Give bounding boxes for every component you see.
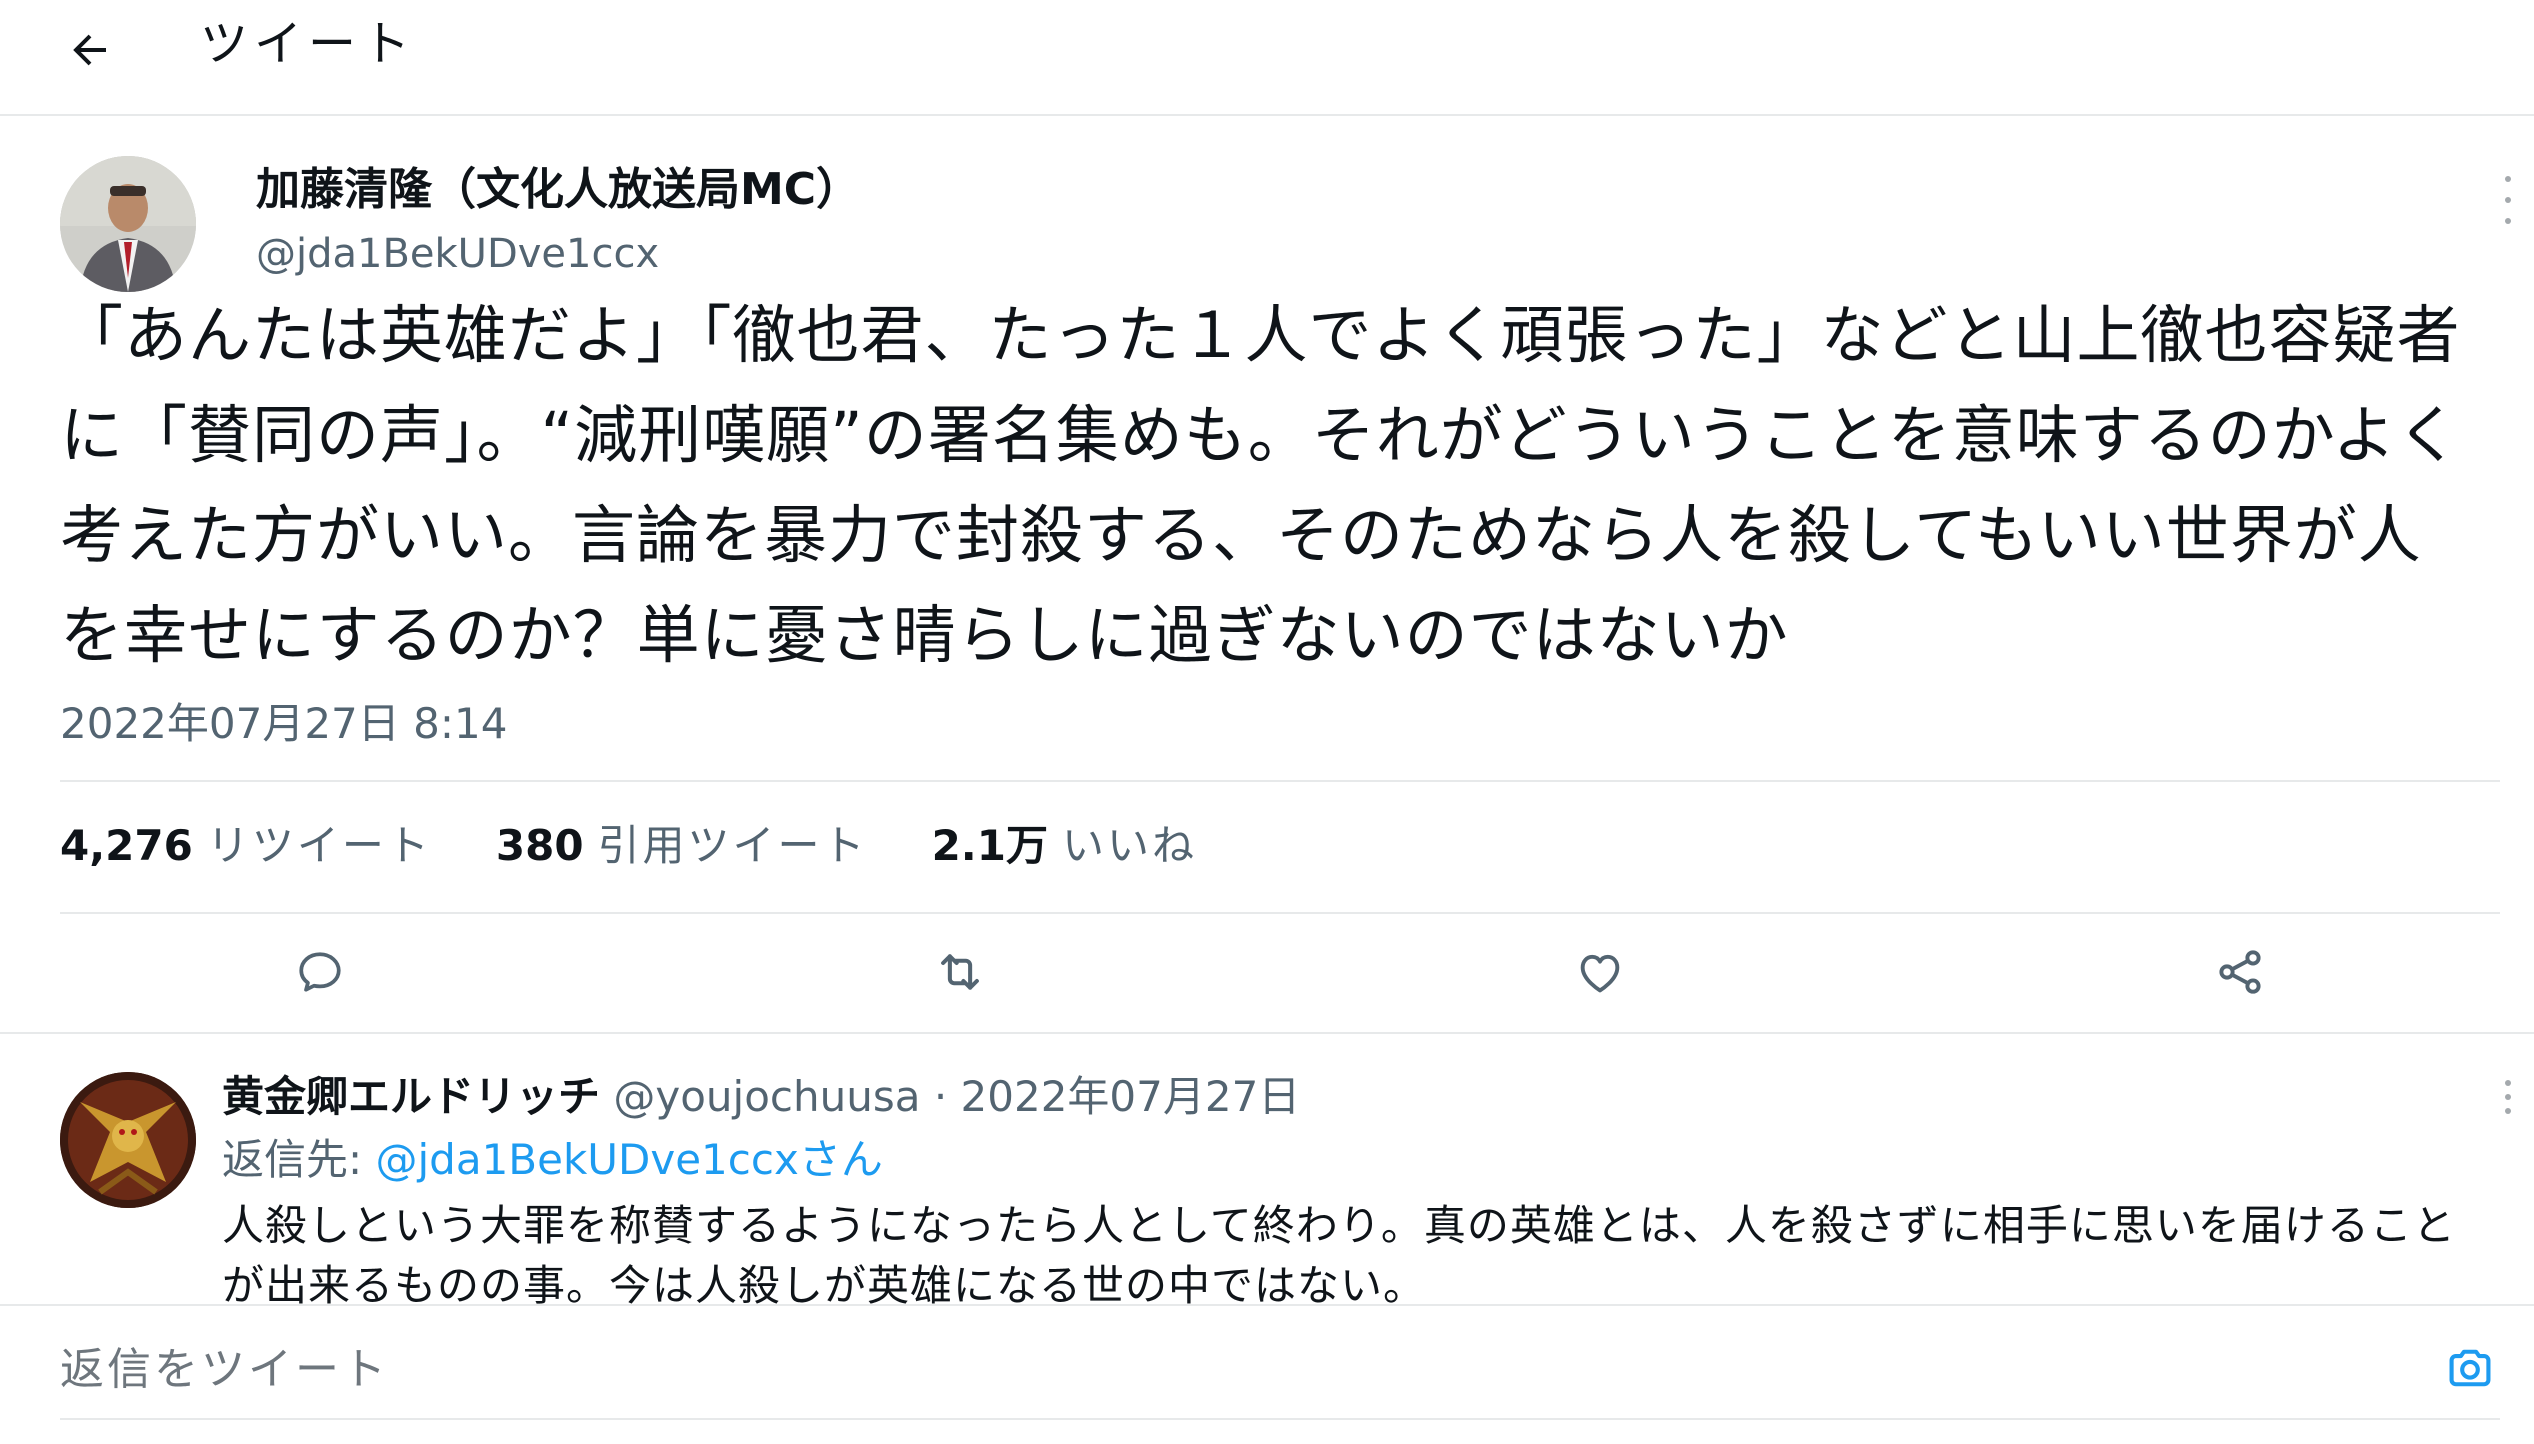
- reply-text: 人殺しという大罪を称賛するようになったら人として終わり。真の英雄とは、人を殺さず…: [222, 1201, 2456, 1310]
- like-icon: [1580, 954, 1620, 993]
- like-button[interactable]: [1565, 942, 1635, 1002]
- reply-input[interactable]: [60, 1334, 2360, 1404]
- retweet-icon: [941, 954, 979, 990]
- quote-tweets-count: 380: [495, 821, 584, 870]
- likes-count: 2.1万: [931, 821, 1048, 870]
- divider: [60, 912, 2500, 914]
- retweet-button[interactable]: [925, 942, 995, 1002]
- tweet-timestamp[interactable]: 2022年07月27日 8:14: [60, 696, 507, 752]
- more-dot: [2505, 218, 2511, 224]
- author-display-name[interactable]: 加藤清隆（文化人放送局MC）: [256, 162, 860, 218]
- more-dot: [2505, 1080, 2511, 1086]
- replying-to-prefix: 返信先:: [222, 1135, 376, 1184]
- page-title: ツイート: [200, 16, 417, 72]
- reply-header: 黄金卿エルドリッチ @youjochuusa · 2022年07月27日: [222, 1066, 1300, 1128]
- retweets-label: リツイート: [206, 821, 432, 870]
- share-icon: [2219, 950, 2261, 994]
- reply-button[interactable]: [285, 942, 355, 1002]
- likes-stat[interactable]: 2.1万 いいね: [932, 816, 1197, 876]
- divider: [0, 1032, 2534, 1034]
- quote-tweets-stat[interactable]: 380 引用ツイート: [496, 816, 868, 876]
- reply-more-options-button[interactable]: [2488, 1080, 2528, 1114]
- tweet-stats: 4,276 リツイート 380 引用ツイート 2.1万 いいね: [60, 816, 1261, 876]
- more-dot: [2505, 197, 2511, 203]
- retweets-stat[interactable]: 4,276 リツイート: [60, 816, 432, 876]
- reply-icon: [299, 952, 341, 992]
- reply-author-meta[interactable]: @youjochuusa · 2022年07月27日: [613, 1072, 1300, 1121]
- tweet-text: 「あんたは英雄だよ」「徹也君、たった１人でよく頑張った」などと山上徹也容疑者に「…: [60, 299, 2461, 672]
- camera-icon: [2449, 1349, 2491, 1387]
- more-options-button[interactable]: [2488, 176, 2528, 224]
- more-dot: [2505, 176, 2511, 182]
- replying-to-mention[interactable]: @jda1BekUDve1ccxさん: [376, 1135, 883, 1184]
- person-photo: [60, 156, 196, 292]
- author-avatar[interactable]: [60, 156, 196, 292]
- reply-author-avatar[interactable]: [60, 1072, 196, 1208]
- golden-figure-image: [60, 1072, 196, 1208]
- replying-to: 返信先: @jda1BekUDve1ccxさん: [222, 1130, 883, 1190]
- arrow-left-icon: [73, 34, 106, 66]
- add-photo-button[interactable]: [2440, 1338, 2500, 1398]
- divider: [60, 1418, 2500, 1420]
- divider: [60, 780, 2500, 782]
- more-dot: [2505, 1094, 2511, 1100]
- likes-label: いいね: [1061, 821, 1197, 870]
- share-button[interactable]: [2205, 942, 2275, 1002]
- back-button[interactable]: [54, 14, 126, 86]
- more-dot: [2505, 1108, 2511, 1114]
- reply-author-name[interactable]: 黄金卿エルドリッチ: [222, 1072, 600, 1121]
- quote-tweets-label: 引用ツイート: [597, 821, 868, 870]
- author-handle[interactable]: @jda1BekUDve1ccx: [256, 226, 659, 282]
- retweets-count: 4,276: [60, 821, 193, 870]
